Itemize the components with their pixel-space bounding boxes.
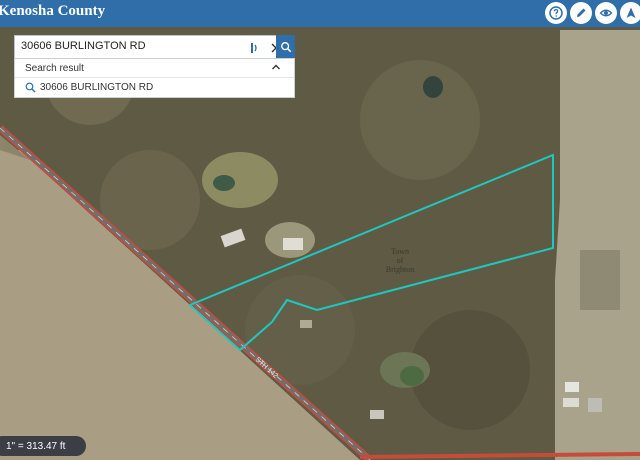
search-input[interactable] [21, 40, 241, 52]
help-icon [549, 6, 563, 20]
scale-label: 1" = 313.47 ft [6, 440, 66, 452]
results-heading: Search result [25, 63, 84, 74]
town-label-line3: Brighton [386, 265, 414, 274]
navigation-button[interactable] [620, 2, 640, 24]
search-icon [25, 82, 36, 93]
pencil-icon [577, 8, 586, 17]
chevron-up-icon[interactable] [271, 62, 281, 72]
draw-button[interactable] [570, 2, 592, 24]
search-button[interactable] [276, 35, 295, 59]
app-title: Kenosha County [0, 3, 106, 19]
layers-eye-icon [599, 9, 613, 17]
search-icon [280, 42, 291, 53]
search-result-item[interactable]: 30606 BURLINGTON RD [15, 79, 294, 97]
search-results-panel: Search result 30606 BURLINGTON RD [14, 58, 295, 98]
town-label-line1: Town [391, 247, 409, 256]
layers-button[interactable] [595, 2, 617, 24]
search-box [14, 35, 294, 59]
scale-indicator: 1" = 313.47 ft [0, 436, 86, 456]
header-bar: Kenosha County [0, 0, 640, 27]
voice-search-icon[interactable] [247, 41, 261, 55]
help-button[interactable] [545, 2, 567, 24]
navigation-icon [626, 7, 636, 18]
results-divider [15, 77, 294, 78]
town-label-line2: of [397, 256, 404, 265]
search-result-label: 30606 BURLINGTON RD [40, 82, 154, 93]
